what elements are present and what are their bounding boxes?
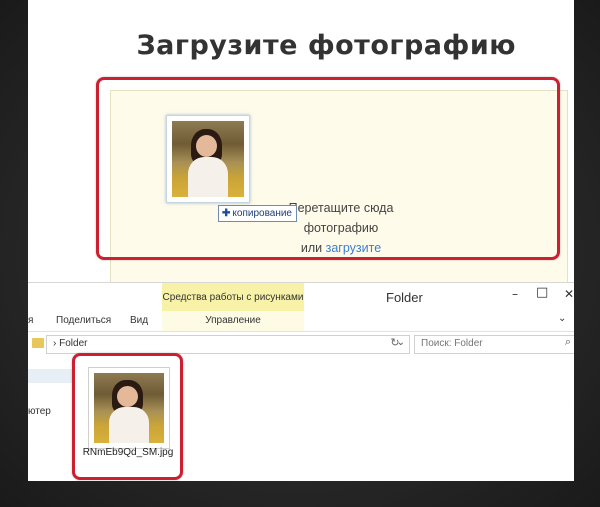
window-titlebar: Средства работы с рисунками Folder – □ ✕ [28, 283, 574, 311]
maximize-icon[interactable]: □ [536, 285, 548, 300]
tab-partial[interactable]: я [28, 315, 33, 326]
context-tab-picture-tools[interactable]: Средства работы с рисунками [162, 283, 304, 311]
highlight-file-item [72, 353, 183, 480]
page-title: Загрузите фотографию [136, 30, 516, 61]
chevron-right-icon: › [53, 338, 57, 349]
window-title: Folder [386, 290, 423, 305]
screenshot-stage: Загрузите фотографию Перетащите сюда фот… [28, 0, 574, 481]
tab-share[interactable]: Поделиться [56, 315, 111, 326]
address-bar[interactable]: › Folder ⌄ [46, 335, 410, 354]
highlight-drop-zone [96, 77, 560, 260]
tab-view[interactable]: Вид [130, 315, 148, 326]
explorer-window: Средства работы с рисунками Folder – □ ✕… [28, 282, 574, 481]
breadcrumb[interactable]: › Folder [53, 338, 87, 349]
ribbon-tabs: Управление я Поделиться Вид ⌄ [28, 311, 574, 332]
minimize-icon[interactable]: – [512, 287, 518, 301]
search-icon[interactable]: ⌕ [565, 336, 571, 349]
tab-manage[interactable]: Управление [162, 311, 304, 331]
nav-selected-item[interactable] [28, 369, 72, 383]
close-icon[interactable]: ✕ [564, 287, 574, 301]
navigation-pane: ютер [28, 359, 72, 481]
folder-icon [32, 338, 44, 348]
ribbon-expand-icon[interactable]: ⌄ [558, 313, 566, 324]
breadcrumb-folder[interactable]: Folder [59, 338, 87, 349]
search-input[interactable] [415, 336, 555, 351]
refresh-icon[interactable]: ↻ [388, 336, 402, 352]
search-box[interactable]: ⌕ [414, 335, 574, 354]
nav-item-computer[interactable]: ютер [28, 406, 51, 417]
